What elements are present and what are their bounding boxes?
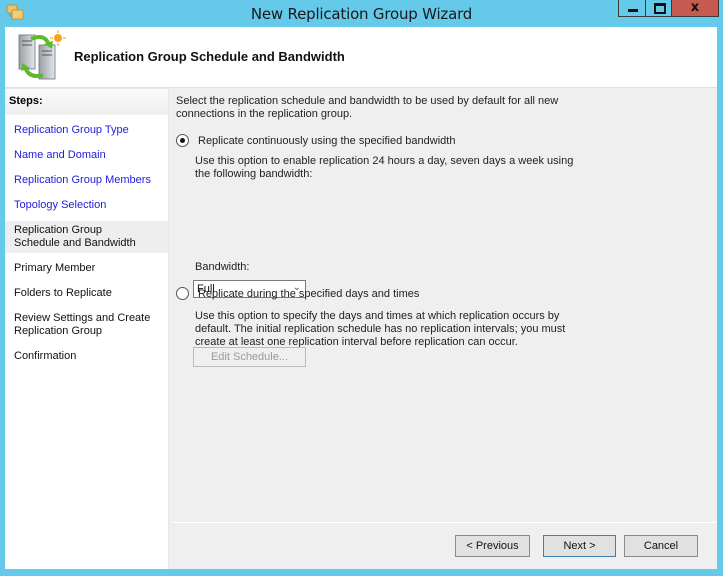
next-button[interactable]: Next > <box>543 535 616 557</box>
radio-replicate-continuously[interactable]: Replicate continuously using the specifi… <box>176 134 455 147</box>
title-bar[interactable]: New Replication Group Wizard x <box>0 0 723 27</box>
step-primary-member: Primary Member <box>14 262 96 274</box>
maximize-button[interactable] <box>645 0 672 17</box>
close-icon: x <box>690 0 700 15</box>
step-confirmation: Confirmation <box>14 350 77 362</box>
cancel-button[interactable]: Cancel <box>624 535 698 557</box>
step-review-settings: Review Settings and Create Replication G… <box>14 312 151 337</box>
radio-selected-icon[interactable] <box>176 134 189 147</box>
server-replication-icon <box>18 30 66 80</box>
previous-button[interactable]: < Previous <box>455 535 530 557</box>
bandwidth-label: Bandwidth: <box>195 261 250 273</box>
radio-unselected-icon[interactable] <box>176 287 189 300</box>
window-title: New Replication Group Wizard <box>250 5 473 23</box>
wizard-content: Select the replication schedule and band… <box>172 88 717 569</box>
maximize-icon <box>654 3 666 14</box>
step-topology-selection[interactable]: Topology Selection <box>5 196 168 215</box>
intro-text: Select the replication schedule and band… <box>176 95 559 120</box>
step-folders-to-replicate: Folders to Replicate <box>14 287 112 299</box>
steps-heading: Steps: <box>5 88 168 115</box>
step-replication-group-type[interactable]: Replication Group Type <box>5 121 168 140</box>
radio-continuous-label[interactable]: Replicate continuously using the specifi… <box>198 135 455 147</box>
continuous-description: Use this option to enable replication 24… <box>195 155 574 180</box>
scheduled-description: Use this option to specify the days and … <box>195 310 566 348</box>
radio-replicate-scheduled[interactable]: Replicate during the specified days and … <box>176 287 419 300</box>
wizard-client-area: Replication Group Schedule and Bandwidth… <box>5 27 717 569</box>
step-name-and-domain[interactable]: Name and Domain <box>5 146 168 165</box>
minimize-icon <box>628 9 638 12</box>
steps-sidebar: Steps: Replication Group Type Name and D… <box>5 88 169 569</box>
step-replication-group-members[interactable]: Replication Group Members <box>5 171 168 190</box>
page-title: Replication Group Schedule and Bandwidth <box>74 49 345 64</box>
step-schedule-and-bandwidth: Replication Group Schedule and Bandwidth <box>5 221 168 253</box>
footer-divider <box>172 522 717 523</box>
edit-schedule-button[interactable]: Edit Schedule... <box>193 347 306 367</box>
close-button[interactable]: x <box>671 0 719 17</box>
radio-scheduled-label[interactable]: Replicate during the specified days and … <box>198 288 419 300</box>
wizard-header: Replication Group Schedule and Bandwidth <box>5 27 717 88</box>
minimize-button[interactable] <box>618 0 646 17</box>
